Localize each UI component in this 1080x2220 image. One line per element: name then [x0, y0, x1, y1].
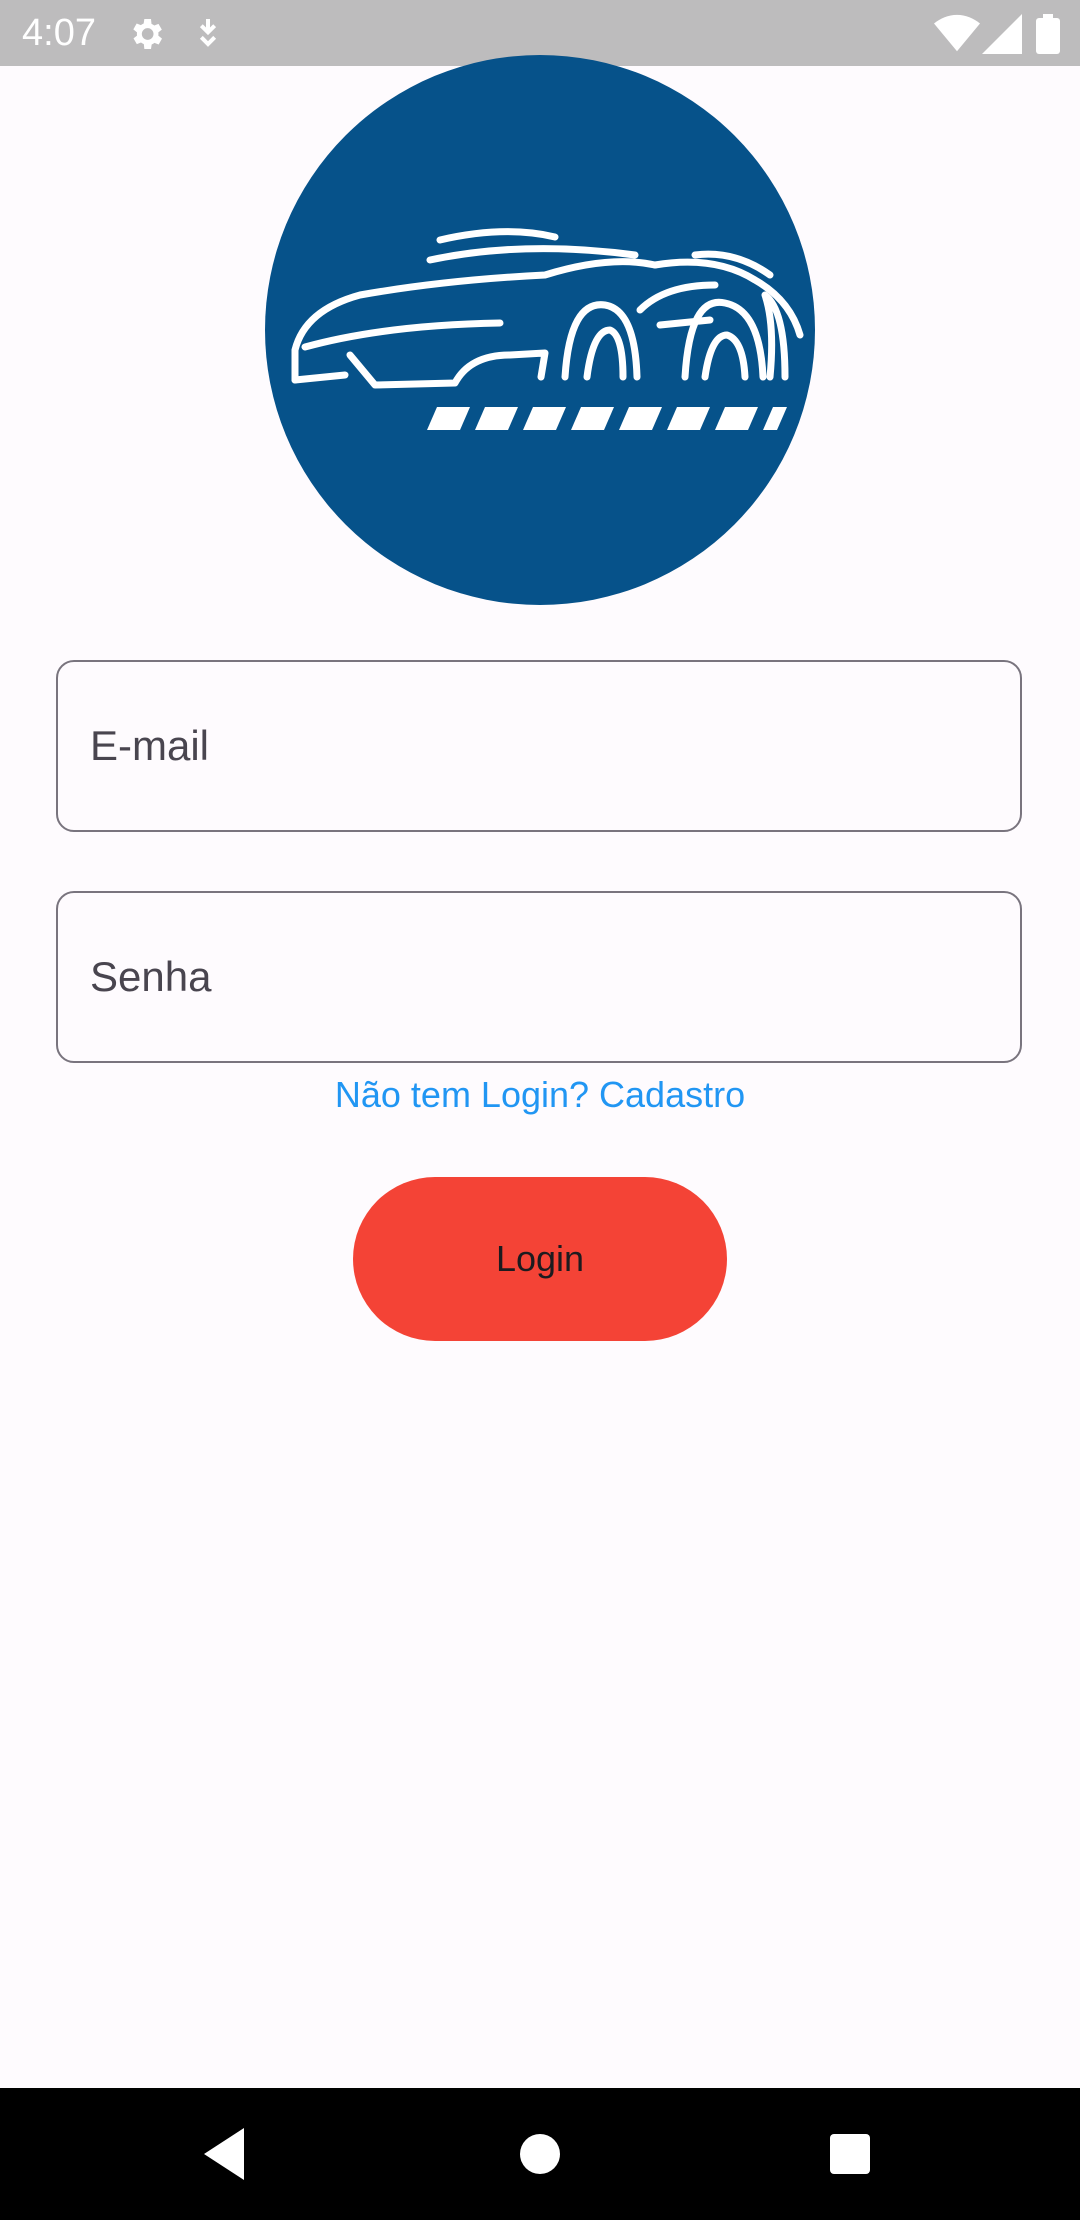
car-logo [265, 55, 815, 605]
signup-link[interactable]: Não tem Login? Cadastro [0, 1070, 1080, 1120]
back-icon[interactable] [196, 2124, 256, 2184]
status-time: 4:07 [22, 12, 96, 54]
home-icon[interactable] [510, 2124, 570, 2184]
recents-icon[interactable] [820, 2124, 880, 2184]
email-field[interactable]: E-mail [56, 660, 1022, 832]
settings-icon [126, 14, 166, 54]
download-icon [188, 14, 228, 54]
battery-icon [1036, 14, 1060, 54]
signal-icon [982, 14, 1022, 54]
password-label: Senha [90, 953, 212, 1000]
password-field[interactable]: Senha [56, 891, 1022, 1063]
email-label: E-mail [90, 722, 210, 769]
wifi-icon [934, 14, 980, 54]
navigation-bar [0, 2088, 1080, 2220]
login-button[interactable]: Login [353, 1177, 727, 1341]
login-screen: 4:07 E-mail Senha Não tem Login? Cadastr… [0, 0, 1080, 2220]
